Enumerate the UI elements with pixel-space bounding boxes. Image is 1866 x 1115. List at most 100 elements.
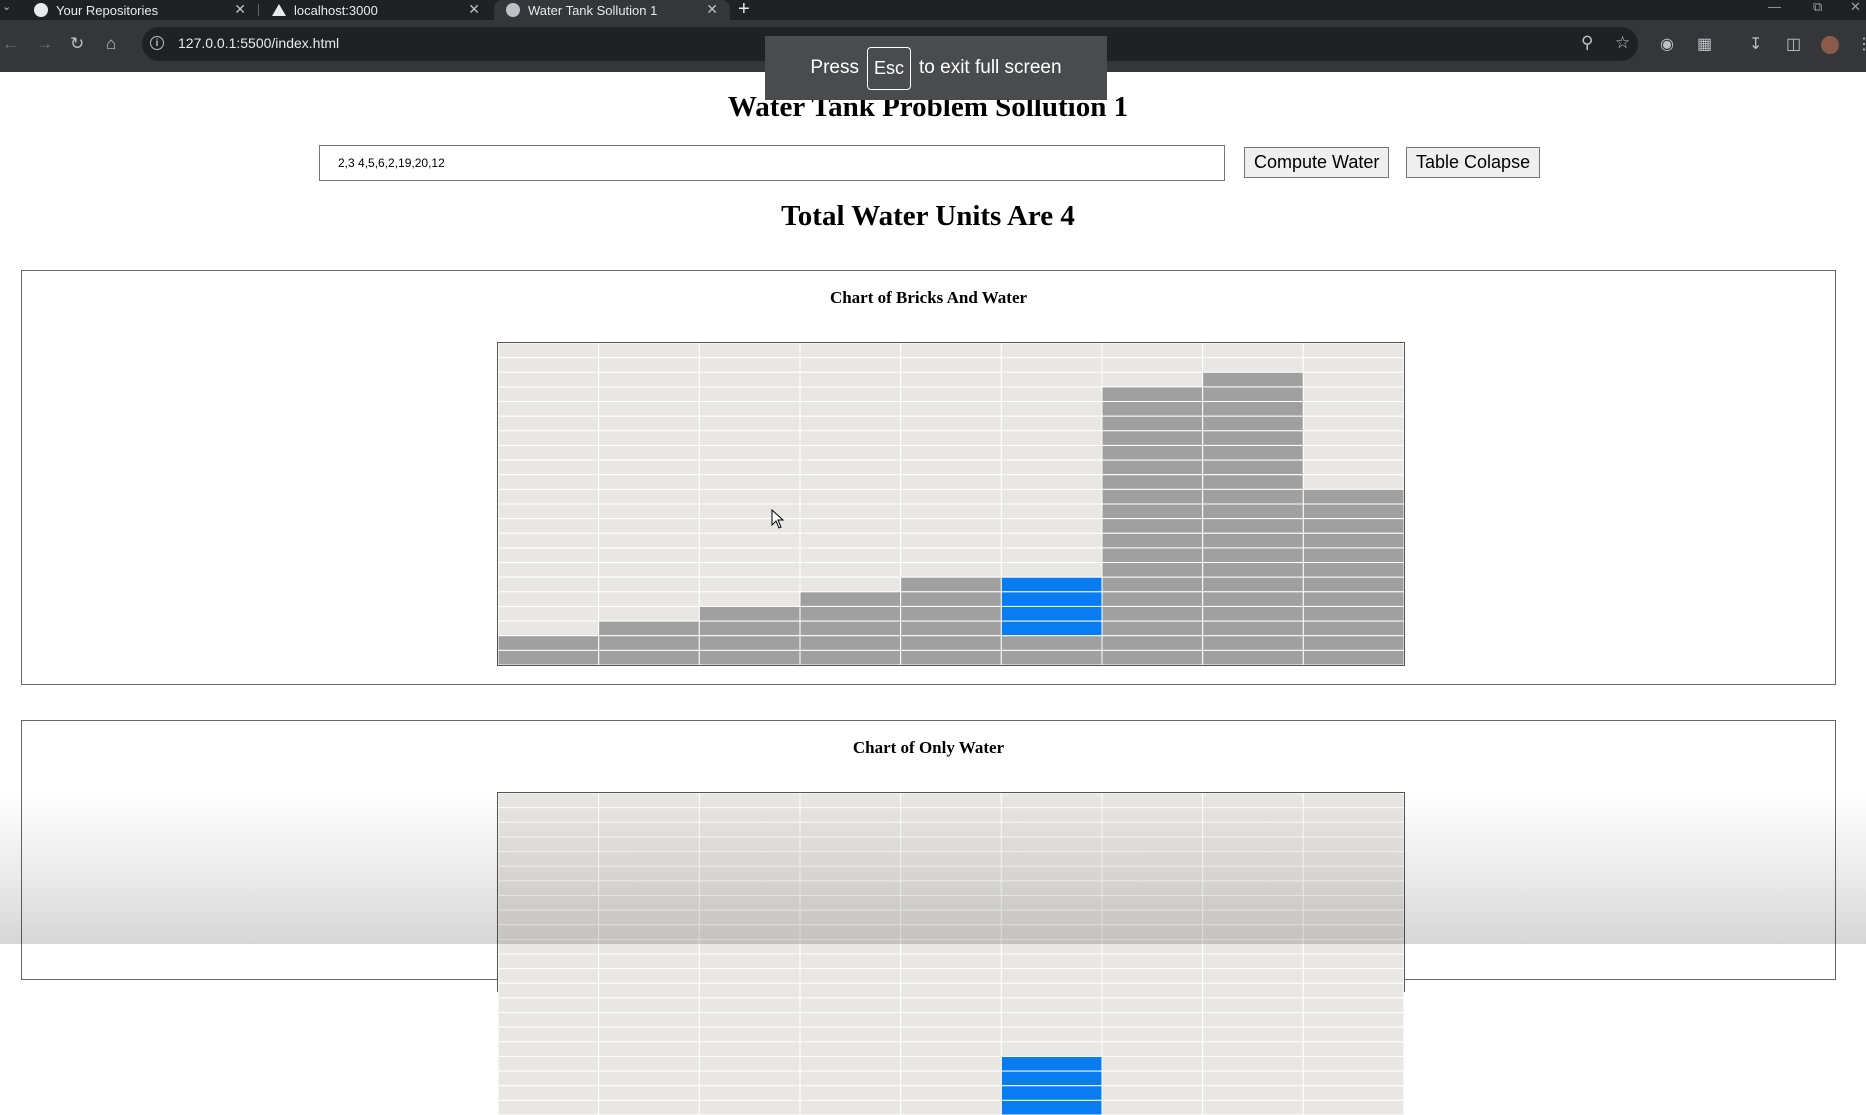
tab-water-tank[interactable]: Water Tank Sollution 1 ✕ <box>494 0 730 20</box>
empty-cell <box>1000 938 1103 955</box>
empty-cell <box>1000 953 1103 970</box>
restore-icon[interactable]: ⧉ <box>1813 0 1822 15</box>
empty-cell <box>598 532 700 549</box>
brick-cell <box>698 620 801 637</box>
empty-cell <box>598 938 700 955</box>
empty-cell <box>1302 997 1404 1014</box>
tab-search-icon[interactable]: ⌄ <box>2 0 11 13</box>
brick-cell <box>1202 518 1304 534</box>
close-icon[interactable]: ✕ <box>468 1 480 18</box>
bookmark-star-icon[interactable]: ☆ <box>1615 33 1630 53</box>
close-window-icon[interactable]: ✕ <box>1850 0 1861 15</box>
empty-cell <box>1101 997 1204 1014</box>
empty-cell <box>698 591 801 607</box>
empty-cell <box>900 1041 1002 1057</box>
github-icon <box>34 3 48 17</box>
compute-water-button[interactable]: Compute Water <box>1244 147 1390 178</box>
download-icon[interactable]: ↧ <box>1749 34 1762 54</box>
tab-your-repositories[interactable]: Your Repositories ✕ <box>22 0 258 20</box>
empty-cell <box>1202 968 1304 984</box>
minimize-icon[interactable]: — <box>1768 0 1781 14</box>
empty-cell <box>900 880 1002 896</box>
empty-cell <box>900 894 1002 911</box>
back-icon[interactable]: ← <box>2 34 19 54</box>
forward-icon[interactable]: → <box>36 34 53 54</box>
empty-cell <box>900 562 1002 578</box>
close-icon[interactable]: ✕ <box>706 1 718 18</box>
empty-cell <box>498 474 600 490</box>
empty-cell <box>1000 982 1103 999</box>
extensions-icon[interactable]: ▦ <box>1697 34 1712 54</box>
empty-cell <box>1101 1026 1204 1043</box>
empty-cell <box>498 503 600 520</box>
profile-avatar[interactable] <box>1821 36 1839 54</box>
empty-cell <box>799 503 902 520</box>
empty-cell <box>1302 865 1404 882</box>
empty-cell <box>1302 1099 1404 1115</box>
empty-cell <box>598 444 700 461</box>
empty-cell <box>1000 357 1103 373</box>
empty-cell <box>698 953 801 970</box>
empty-cell <box>598 880 700 896</box>
brick-cell <box>1202 386 1304 403</box>
empty-cell <box>1302 444 1404 461</box>
brick-cell <box>1302 635 1404 651</box>
empty-cell <box>799 518 902 534</box>
empty-cell <box>1202 357 1304 373</box>
zoom-icon[interactable]: ⚲ <box>1581 33 1593 53</box>
menu-icon[interactable]: ⋮ <box>1856 34 1866 54</box>
empty-cell <box>799 821 902 838</box>
empty-cell <box>1000 503 1103 520</box>
empty-cell <box>1302 1070 1404 1087</box>
brick-cell <box>1302 503 1404 520</box>
empty-cell <box>900 836 1002 853</box>
array-input[interactable] <box>319 145 1225 181</box>
close-icon[interactable]: ✕ <box>234 1 246 18</box>
empty-cell <box>1202 793 1304 809</box>
empty-cell <box>598 562 700 578</box>
empty-cell <box>598 982 700 999</box>
empty-cell <box>698 807 801 823</box>
empty-cell <box>1000 865 1103 882</box>
empty-cell <box>598 807 700 823</box>
brick-cell <box>698 635 801 651</box>
empty-cell <box>799 1085 902 1101</box>
empty-cell <box>900 415 1002 432</box>
empty-cell <box>1101 1085 1204 1101</box>
empty-cell <box>598 894 700 911</box>
empty-cell <box>698 1085 801 1101</box>
empty-cell <box>900 807 1002 823</box>
empty-cell <box>1302 357 1404 373</box>
empty-cell <box>1000 880 1103 896</box>
empty-cell <box>698 909 801 926</box>
reload-icon[interactable]: ↻ <box>70 34 84 54</box>
home-icon[interactable]: ⌂ <box>106 34 116 54</box>
empty-cell <box>900 371 1002 388</box>
empty-cell <box>900 982 1002 999</box>
empty-cell <box>1000 444 1103 461</box>
empty-cell <box>498 343 600 359</box>
side-panel-icon[interactable]: ◫ <box>1786 34 1801 54</box>
empty-cell <box>1101 851 1204 867</box>
new-tab-icon[interactable]: + <box>738 0 750 21</box>
table-collapse-button[interactable]: Table Colapse <box>1406 147 1541 178</box>
empty-cell <box>1302 1041 1404 1057</box>
empty-cell <box>698 430 801 446</box>
empty-cell <box>698 343 801 359</box>
brick-cell <box>799 649 902 665</box>
brick-cell <box>1202 459 1304 476</box>
empty-cell <box>1302 807 1404 823</box>
camera-icon[interactable]: ◉ <box>1660 34 1674 54</box>
empty-cell <box>498 415 600 432</box>
brick-cell <box>1302 518 1404 534</box>
brick-cell <box>900 605 1002 622</box>
empty-cell <box>1000 924 1103 940</box>
empty-cell <box>698 851 801 867</box>
site-info-icon[interactable]: i <box>150 36 164 50</box>
tab-localhost[interactable]: localhost:3000 ✕ <box>260 0 492 20</box>
brick-cell <box>1101 518 1204 534</box>
empty-cell <box>799 357 902 373</box>
empty-cell <box>799 1041 902 1057</box>
empty-cell <box>1202 807 1304 823</box>
empty-cell <box>1101 1099 1204 1115</box>
